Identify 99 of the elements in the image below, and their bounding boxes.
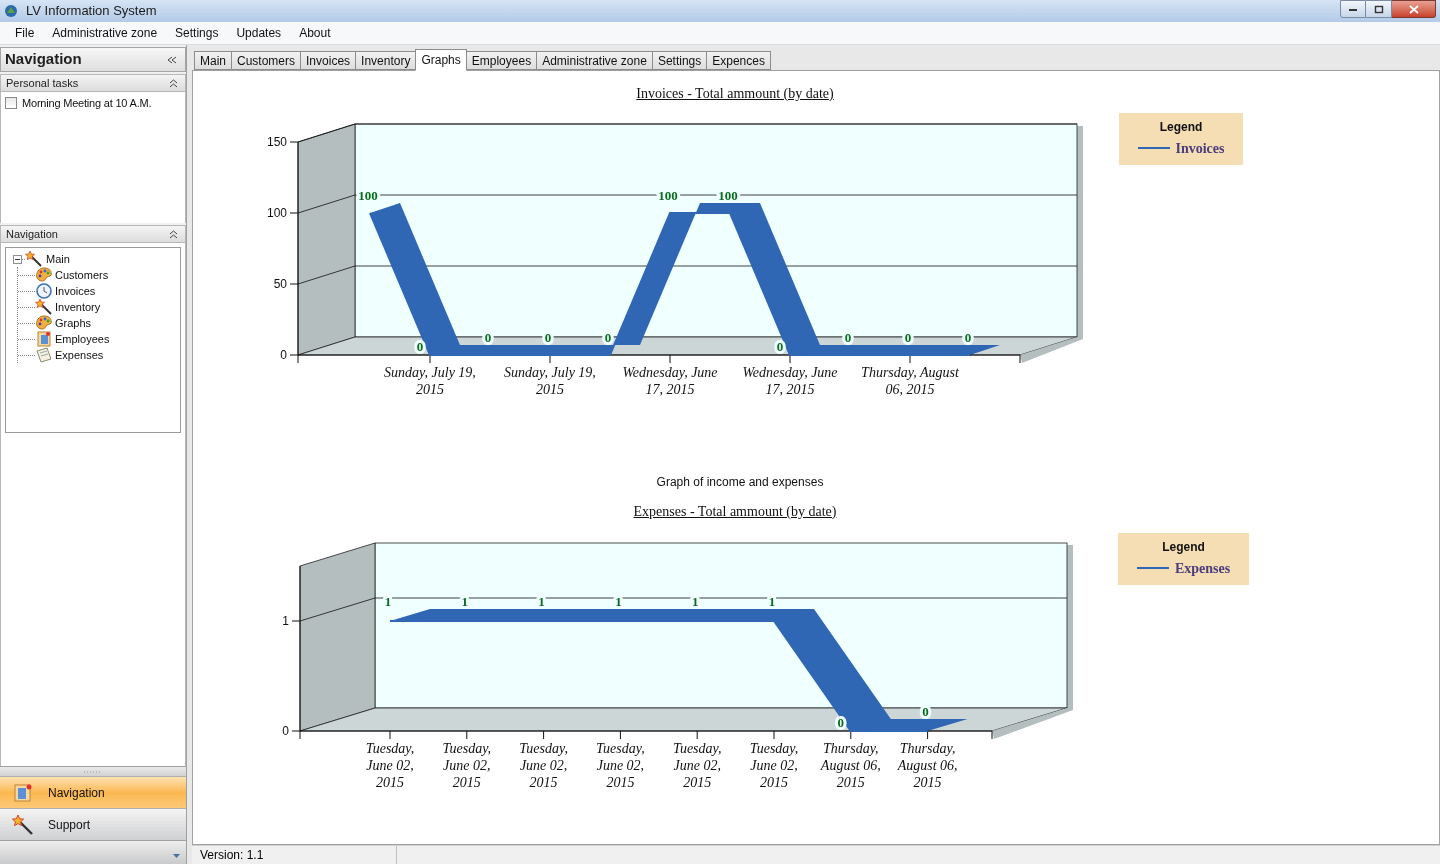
minimize-icon bbox=[1348, 6, 1358, 12]
tab[interactable]: Employees bbox=[465, 50, 538, 70]
section-header[interactable]: Navigation bbox=[0, 225, 186, 243]
axis-label: Sunday, July 19, 2015 bbox=[383, 363, 477, 398]
data-label: 100 bbox=[358, 187, 378, 203]
tab[interactable]: Administrative zone bbox=[536, 50, 653, 70]
window-title: LV Information System bbox=[26, 2, 157, 21]
sidebar-title: Navigation bbox=[5, 49, 82, 70]
legend-title: Legend bbox=[1162, 538, 1205, 556]
data-label: 100 bbox=[658, 187, 678, 203]
tab[interactable]: Graphs bbox=[415, 48, 467, 71]
axis-label: Wednesday, June 17, 2015 bbox=[741, 363, 839, 398]
axis-label: 50 bbox=[273, 276, 287, 291]
tree-item[interactable]: Invoices bbox=[55, 282, 96, 300]
data-label: 0 bbox=[416, 338, 424, 354]
axis-label: Tuesday, June 02, 2015 bbox=[364, 739, 416, 791]
dropdown-arrow-icon[interactable] bbox=[173, 854, 180, 858]
legend-title: Legend bbox=[1159, 118, 1203, 136]
axis-label: Thursday, August 06, 2015 bbox=[896, 739, 959, 791]
wand-icon bbox=[25, 251, 43, 267]
axis-label: 150 bbox=[266, 134, 287, 149]
axis-label: Tuesday, June 02, 2015 bbox=[671, 739, 723, 791]
section-title: Navigation bbox=[6, 226, 58, 242]
section-title: Personal tasks bbox=[6, 75, 79, 91]
app-icon bbox=[4, 4, 18, 18]
axis-label: 0 bbox=[282, 723, 289, 738]
data-label: 0 bbox=[844, 329, 852, 345]
close-button[interactable] bbox=[1392, 0, 1436, 18]
minus-icon bbox=[15, 256, 20, 262]
data-label: 0 bbox=[922, 703, 929, 719]
axis-label: Wednesday, June 17, 2015 bbox=[621, 363, 719, 398]
section-header[interactable]: Personal tasks bbox=[0, 74, 186, 92]
axis-label: Tuesday, June 02, 2015 bbox=[595, 739, 646, 791]
collapse-toggle[interactable] bbox=[13, 254, 22, 264]
palette-icon bbox=[35, 267, 53, 283]
task-label: Morning Meeting at 10 A.M. bbox=[22, 95, 152, 111]
tab[interactable]: Main bbox=[194, 50, 232, 70]
data-label: 1 bbox=[691, 593, 699, 609]
data-label: 1 bbox=[538, 593, 545, 609]
wand-icon bbox=[12, 814, 34, 835]
tab[interactable]: Customers bbox=[231, 50, 302, 70]
axis-label: 0 bbox=[280, 347, 287, 362]
collapse-icon[interactable] bbox=[167, 55, 177, 64]
data-label: 1 bbox=[384, 593, 392, 609]
tab[interactable]: Settings bbox=[651, 50, 708, 70]
tree-item[interactable]: Expenses bbox=[55, 346, 104, 364]
data-label: 0 bbox=[964, 329, 972, 345]
data-label: 1 bbox=[461, 593, 469, 609]
maximize-icon bbox=[1373, 4, 1384, 14]
data-label: 0 bbox=[484, 329, 492, 345]
menu-item[interactable]: Settings bbox=[166, 23, 228, 43]
maximize-button[interactable] bbox=[1366, 0, 1392, 18]
axis-label: 100 bbox=[266, 205, 287, 220]
version-text: Version: 1.1 bbox=[192, 846, 397, 864]
data-label: 100 bbox=[718, 187, 738, 203]
tree-item[interactable]: Inventory bbox=[55, 298, 101, 316]
card-icon bbox=[12, 782, 34, 803]
axis-label: 1 bbox=[282, 613, 289, 628]
clipboard-icon bbox=[35, 347, 53, 363]
axis-label: Tuesday, June 02, 2015 bbox=[441, 739, 493, 791]
tab[interactable]: Expences bbox=[706, 50, 771, 70]
data-label: 1 bbox=[768, 593, 776, 609]
nav-button[interactable]: Support bbox=[0, 808, 186, 840]
data-label: 0 bbox=[604, 329, 612, 345]
chart-title: Invoices - Total ammount (by date) bbox=[636, 85, 834, 101]
chevron-up-icon[interactable] bbox=[169, 78, 178, 88]
chart-title: Expenses - Total ammount (by date) bbox=[633, 503, 837, 519]
nav-button[interactable]: Navigation bbox=[0, 776, 186, 808]
axis-label: Thursday, August 06, 2015 bbox=[819, 739, 882, 791]
axis-label: Sunday, July 19, 2015 bbox=[503, 363, 597, 398]
menu-item[interactable]: File bbox=[6, 23, 44, 43]
palette-icon bbox=[35, 315, 53, 331]
legend-label: Invoices bbox=[1175, 139, 1225, 158]
minimize-button[interactable] bbox=[1340, 0, 1366, 18]
axis-label: Tuesday, June 02, 2015 bbox=[748, 739, 800, 791]
clock-icon bbox=[35, 283, 53, 299]
checkbox[interactable] bbox=[5, 97, 17, 109]
chevron-up-icon[interactable] bbox=[169, 229, 178, 239]
menu-item[interactable]: About bbox=[290, 23, 340, 43]
tree-item[interactable]: Graphs bbox=[55, 314, 92, 332]
card-icon bbox=[35, 331, 53, 347]
legend-label: Expenses bbox=[1174, 559, 1231, 578]
data-label: 0 bbox=[904, 329, 912, 345]
wand-icon bbox=[35, 299, 53, 315]
tree-item[interactable]: Customers bbox=[55, 266, 109, 284]
tab[interactable]: Invoices bbox=[300, 50, 357, 70]
tree-item[interactable]: Employees bbox=[55, 330, 110, 348]
data-label: 0 bbox=[837, 714, 845, 730]
data-label: 0 bbox=[776, 338, 784, 354]
menu-item[interactable]: Updates bbox=[227, 23, 291, 43]
data-label: 0 bbox=[544, 329, 552, 345]
tab[interactable]: Inventory bbox=[355, 50, 417, 70]
menu-item[interactable]: Administrative zone bbox=[43, 23, 167, 43]
tree-item[interactable]: Main bbox=[46, 250, 70, 268]
chart-caption: Graph of income and expenses bbox=[656, 474, 824, 489]
axis-label: Tuesday, June 02, 2015 bbox=[518, 739, 569, 791]
axis-label: Thursday, August 06, 2015 bbox=[860, 363, 960, 398]
data-label: 1 bbox=[615, 593, 622, 609]
close-icon bbox=[1408, 4, 1419, 14]
